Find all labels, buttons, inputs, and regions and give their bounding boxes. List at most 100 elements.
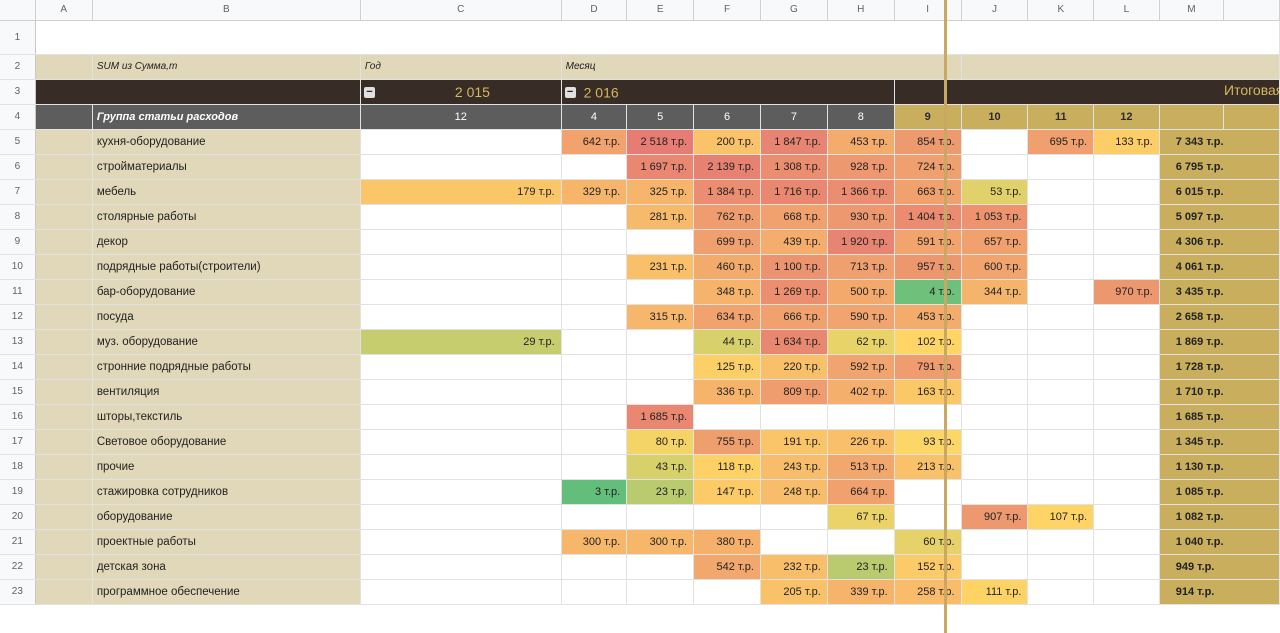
value-cell[interactable]: 315 т.р. — [626, 304, 695, 330]
value-cell[interactable] — [626, 579, 695, 605]
value-cell[interactable]: 205 т.р. — [760, 579, 828, 605]
row-number[interactable]: 15 — [0, 379, 36, 405]
month-header[interactable]: 12 — [360, 104, 562, 130]
value-cell[interactable] — [360, 154, 562, 180]
grand-total-header[interactable]: Итоговая сумма — [894, 79, 1280, 105]
value-cell[interactable] — [1093, 404, 1160, 430]
value-cell[interactable]: 348 т.р. — [693, 279, 761, 305]
value-cell[interactable] — [360, 254, 562, 280]
value-cell[interactable] — [961, 304, 1029, 330]
value-cell[interactable]: 928 т.р. — [827, 154, 895, 180]
value-cell[interactable]: 1 366 т.р. — [827, 179, 895, 205]
category-cell[interactable]: детская зона — [92, 554, 361, 580]
row-total-cell[interactable]: 1 130 т.р. — [1159, 454, 1280, 480]
value-cell[interactable] — [626, 229, 695, 255]
category-cell[interactable]: стронние подрядные работы — [92, 354, 361, 380]
value-cell[interactable] — [360, 454, 562, 480]
row-number[interactable]: 6 — [0, 154, 36, 180]
value-cell[interactable] — [1027, 454, 1095, 480]
value-cell[interactable] — [894, 404, 962, 430]
row-total-cell[interactable]: 949 т.р. — [1159, 554, 1280, 580]
cell[interactable] — [35, 154, 93, 180]
row-total-cell[interactable]: 7 343 т.р. — [1159, 129, 1280, 155]
cell[interactable] — [35, 129, 93, 155]
value-cell[interactable]: 200 т.р. — [693, 129, 761, 155]
row-number[interactable]: 11 — [0, 279, 36, 305]
value-cell[interactable] — [360, 554, 562, 580]
value-cell[interactable] — [961, 454, 1029, 480]
month-header[interactable]: 4 — [561, 104, 628, 130]
category-cell[interactable]: проектные работы — [92, 529, 361, 555]
value-cell[interactable]: 513 т.р. — [827, 454, 895, 480]
value-cell[interactable]: 1 404 т.р. — [894, 204, 962, 230]
value-cell[interactable] — [894, 504, 962, 530]
column-header[interactable]: B — [92, 0, 361, 21]
value-cell[interactable]: 300 т.р. — [626, 529, 695, 555]
value-cell[interactable]: 3 т.р. — [561, 479, 628, 505]
cell[interactable] — [35, 554, 93, 580]
row-number[interactable]: 22 — [0, 554, 36, 580]
row-total-cell[interactable]: 4 306 т.р. — [1159, 229, 1280, 255]
value-cell[interactable] — [961, 354, 1029, 380]
value-cell[interactable]: 1 716 т.р. — [760, 179, 828, 205]
value-cell[interactable] — [360, 354, 562, 380]
spreadsheet-view[interactable]: A B C D E F G H I J K L M 1 2 SUM из Сум… — [0, 0, 1280, 633]
value-cell[interactable]: 970 т.р. — [1093, 279, 1160, 305]
value-cell[interactable]: 152 т.р. — [894, 554, 962, 580]
value-cell[interactable] — [1093, 379, 1160, 405]
value-cell[interactable] — [827, 404, 895, 430]
row-number[interactable]: 17 — [0, 429, 36, 455]
value-cell[interactable] — [360, 304, 562, 330]
value-cell[interactable] — [1027, 179, 1095, 205]
column-header[interactable]: H — [827, 0, 895, 21]
value-cell[interactable] — [693, 504, 761, 530]
value-cell[interactable]: 231 т.р. — [626, 254, 695, 280]
pivot-value-label[interactable]: SUM из Сумма,т — [92, 54, 361, 80]
value-cell[interactable] — [1093, 204, 1160, 230]
value-cell[interactable]: 591 т.р. — [894, 229, 962, 255]
row-number[interactable]: 23 — [0, 579, 36, 605]
value-cell[interactable]: 339 т.р. — [827, 579, 895, 605]
value-cell[interactable] — [561, 504, 628, 530]
value-cell[interactable] — [626, 554, 695, 580]
value-cell[interactable] — [360, 404, 562, 430]
value-cell[interactable]: 699 т.р. — [693, 229, 761, 255]
value-cell[interactable]: 29 т.р. — [360, 329, 562, 355]
value-cell[interactable]: 325 т.р. — [626, 179, 695, 205]
value-cell[interactable]: 663 т.р. — [894, 179, 962, 205]
row-number[interactable]: 1 — [0, 20, 36, 55]
value-cell[interactable]: 300 т.р. — [561, 529, 628, 555]
value-cell[interactable] — [1027, 154, 1095, 180]
row-number[interactable]: 7 — [0, 179, 36, 205]
value-cell[interactable] — [961, 529, 1029, 555]
value-cell[interactable]: 220 т.р. — [760, 354, 828, 380]
value-cell[interactable]: 664 т.р. — [827, 479, 895, 505]
value-cell[interactable] — [561, 354, 628, 380]
month-header[interactable]: 6 — [693, 104, 761, 130]
value-cell[interactable]: 147 т.р. — [693, 479, 761, 505]
value-cell[interactable]: 111 т.р. — [961, 579, 1029, 605]
value-cell[interactable] — [961, 154, 1029, 180]
row-total-cell[interactable]: 6 795 т.р. — [1159, 154, 1280, 180]
value-cell[interactable]: 281 т.р. — [626, 204, 695, 230]
value-cell[interactable] — [561, 154, 628, 180]
column-header[interactable]: M — [1159, 0, 1225, 21]
value-cell[interactable]: 439 т.р. — [760, 229, 828, 255]
cell[interactable] — [961, 54, 1280, 80]
value-cell[interactable] — [360, 429, 562, 455]
value-cell[interactable]: 62 т.р. — [827, 329, 895, 355]
cell[interactable] — [35, 304, 93, 330]
value-cell[interactable] — [561, 554, 628, 580]
value-cell[interactable] — [961, 404, 1029, 430]
cell[interactable] — [35, 529, 93, 555]
value-cell[interactable] — [1093, 329, 1160, 355]
column-header[interactable]: I — [894, 0, 962, 21]
value-cell[interactable]: 957 т.р. — [894, 254, 962, 280]
value-cell[interactable]: 102 т.р. — [894, 329, 962, 355]
value-cell[interactable] — [561, 304, 628, 330]
value-cell[interactable]: 2 518 т.р. — [626, 129, 695, 155]
value-cell[interactable]: 1 308 т.р. — [760, 154, 828, 180]
category-cell[interactable]: мебель — [92, 179, 361, 205]
value-cell[interactable] — [561, 204, 628, 230]
value-cell[interactable] — [1093, 504, 1160, 530]
